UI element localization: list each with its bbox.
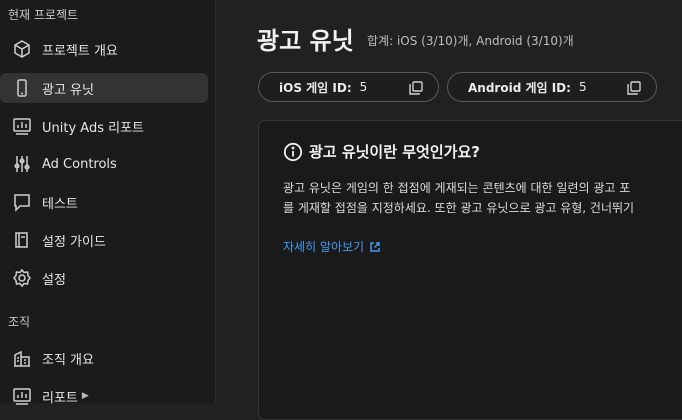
external-link-icon — [369, 241, 381, 253]
sidebar-item-label: 설정 가이드 — [42, 234, 106, 250]
gear-icon — [11, 267, 33, 289]
sidebar-item-unity-ads-report[interactable]: Unity Ads 리포트 — [0, 111, 208, 141]
sidebar: 현재 프로젝트 프로젝트 개요 광고 유닛 Unity Ads 리포트 Ad C… — [0, 0, 216, 406]
page-title: 광고 유닛 — [257, 27, 354, 55]
book-icon — [11, 229, 33, 251]
info-card-line: 를 게재할 접점을 지정하세요. 또한 광고 유닛으로 광고 유형, 건너뛰기 — [283, 201, 635, 215]
sidebar-item-label: 설정 — [42, 272, 66, 288]
learn-more-label: 자세히 알아보기 — [283, 240, 365, 254]
sidebar-item-reports[interactable]: 리포트 ▶ — [0, 381, 208, 411]
sidebar-item-test[interactable]: 테스트 — [0, 187, 208, 217]
building-icon — [11, 347, 33, 369]
sidebar-item-ad-units[interactable]: 광고 유닛 — [0, 73, 208, 103]
phone-icon — [11, 77, 33, 99]
caret-right-icon: ▶ — [81, 391, 89, 401]
info-card-title: 광고 유닛이란 무엇인가요? — [309, 143, 480, 161]
android-game-id-label: Android 게임 ID: — [468, 80, 571, 95]
sliders-icon — [11, 153, 33, 175]
ad-unit-info-card: 광고 유닛이란 무엇인가요? 광고 유닛은 게임의 한 접점에 게재되는 콘텐츠… — [258, 120, 682, 420]
android-game-id-value: 5 — [578, 80, 587, 94]
sidebar-item-label: Ad Controls — [42, 156, 117, 172]
copy-icon[interactable] — [626, 80, 642, 96]
learn-more-link[interactable]: 자세히 알아보기 — [283, 238, 381, 255]
report-chart-icon — [11, 385, 33, 407]
sidebar-item-setup-guide[interactable]: 설정 가이드 — [0, 225, 208, 255]
organization-heading: 조직 — [8, 315, 31, 329]
sidebar-item-label: 광고 유닛 — [42, 82, 94, 98]
info-card-body: 광고 유닛은 게임의 한 접점에 게재되는 콘텐츠에 대한 일련의 광고 포 를… — [283, 178, 682, 218]
ios-game-id-pill: iOS 게임 ID: 5 — [258, 72, 439, 102]
sidebar-item-ad-controls[interactable]: Ad Controls — [0, 149, 208, 179]
info-card-line: 광고 유닛은 게임의 한 접점에 게재되는 콘텐츠에 대한 일련의 광고 포 — [283, 181, 631, 195]
current-project-heading: 현재 프로젝트 — [8, 8, 79, 22]
report-chart-icon — [11, 115, 33, 137]
android-game-id-pill: Android 게임 ID: 5 — [447, 72, 657, 102]
sidebar-item-label: 조직 개요 — [42, 352, 94, 368]
info-icon — [283, 142, 303, 162]
cube-icon — [11, 38, 33, 60]
sidebar-item-label: Unity Ads 리포트 — [42, 120, 144, 136]
ios-game-id-label: iOS 게임 ID: — [279, 80, 352, 95]
sidebar-item-project-overview[interactable]: 프로젝트 개요 — [0, 34, 208, 64]
page-subtitle: 합계: iOS (3/10)개, Android (3/10)개 — [367, 34, 574, 48]
sidebar-item-label: 프로젝트 개요 — [42, 43, 118, 59]
test-icon — [11, 191, 33, 213]
sidebar-item-org-overview[interactable]: 조직 개요 — [0, 343, 208, 373]
sidebar-item-label: 테스트 — [42, 196, 78, 212]
sidebar-item-settings[interactable]: 설정 — [0, 263, 208, 293]
copy-icon[interactable] — [408, 80, 424, 96]
main-content: 광고 유닛 합계: iOS (3/10)개, Android (3/10)개 i… — [217, 0, 682, 420]
ios-game-id-value: 5 — [359, 80, 368, 94]
info-card-header: 광고 유닛이란 무엇인가요? — [283, 141, 480, 162]
